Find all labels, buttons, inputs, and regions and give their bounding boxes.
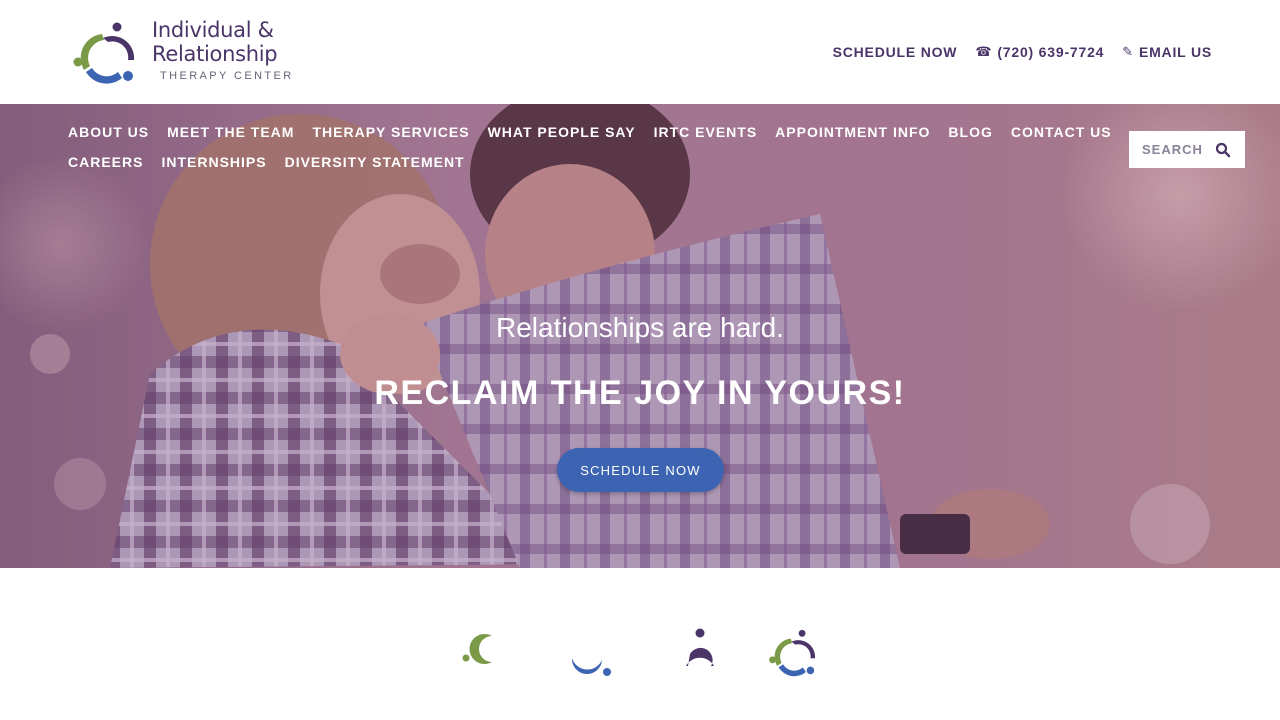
nav-item-what-people-say[interactable]: WHAT PEOPLE SAY <box>488 124 636 140</box>
nav-item-meet-the-team[interactable]: MEET THE TEAM <box>167 124 294 140</box>
nav-item-internships[interactable]: INTERNSHIPS <box>161 154 266 170</box>
main-nav: ABOUT US MEET THE TEAM THERAPY SERVICES … <box>68 124 1111 184</box>
nav-item-appointment-info[interactable]: APPOINTMENT INFO <box>775 124 930 140</box>
hero-schedule-now-button[interactable]: SCHEDULE NOW <box>557 448 724 492</box>
search-box <box>1129 131 1245 168</box>
main-nav-row-2: CAREERS INTERNSHIPS DIVERSITY STATEMENT <box>68 154 1078 170</box>
logo-line-1: Individual & <box>152 18 274 42</box>
hero-banner: ABOUT US MEET THE TEAM THERAPY SERVICES … <box>0 104 1280 568</box>
nav-item-contact-us[interactable]: CONTACT US <box>1011 124 1112 140</box>
nav-item-irtc-events[interactable]: IRTC EVENTS <box>654 124 758 140</box>
nav-item-diversity-statement[interactable]: DIVERSITY STATEMENT <box>285 154 465 170</box>
nav-item-about-us[interactable]: ABOUT US <box>68 124 149 140</box>
schedule-now-link[interactable]: SCHEDULE NOW <box>833 44 958 60</box>
phone-link[interactable]: ☎ (720) 639-7724 <box>975 44 1104 60</box>
phone-icon: ☎ <box>975 44 993 59</box>
nav-item-therapy-services[interactable]: THERAPY SERVICES <box>312 124 469 140</box>
logo-mark-icon <box>73 22 135 84</box>
site-logo[interactable]: Individual & Relationship THERAPY CENTER <box>72 18 302 88</box>
header-contact-links: SCHEDULE NOW ☎ (720) 639-7724 ✎ EMAIL US <box>833 44 1212 60</box>
phone-label: (720) 639-7724 <box>997 44 1105 60</box>
email-link[interactable]: ✎ EMAIL US <box>1122 44 1212 60</box>
pencil-icon: ✎ <box>1122 44 1134 59</box>
blue-crescent-icon <box>571 658 611 676</box>
logo-text: Individual & Relationship THERAPY CENTER <box>152 18 294 82</box>
nav-item-blog[interactable]: BLOG <box>948 124 992 140</box>
main-nav-row-1: ABOUT US MEET THE TEAM THERAPY SERVICES … <box>68 124 1111 140</box>
logo-mark-icon <box>769 629 816 677</box>
hero-title: RECLAIM THE JOY IN YOURS! <box>374 374 906 412</box>
logo-line-3: THERAPY CENTER <box>160 70 294 82</box>
hero-subtitle: Relationships are hard. <box>496 312 784 343</box>
logo-line-2: Relationship <box>152 42 278 66</box>
email-label: EMAIL US <box>1138 44 1212 60</box>
feature-icons-row <box>0 568 1280 720</box>
search-icon[interactable] <box>1215 142 1231 158</box>
green-crescent-icon <box>462 634 492 664</box>
search-input[interactable] <box>1129 132 1209 167</box>
site-header: Individual & Relationship THERAPY CENTER… <box>0 0 1280 104</box>
purple-figure-icon <box>686 628 714 666</box>
schedule-now-label: SCHEDULE NOW <box>832 44 958 60</box>
nav-item-careers[interactable]: CAREERS <box>68 154 143 170</box>
